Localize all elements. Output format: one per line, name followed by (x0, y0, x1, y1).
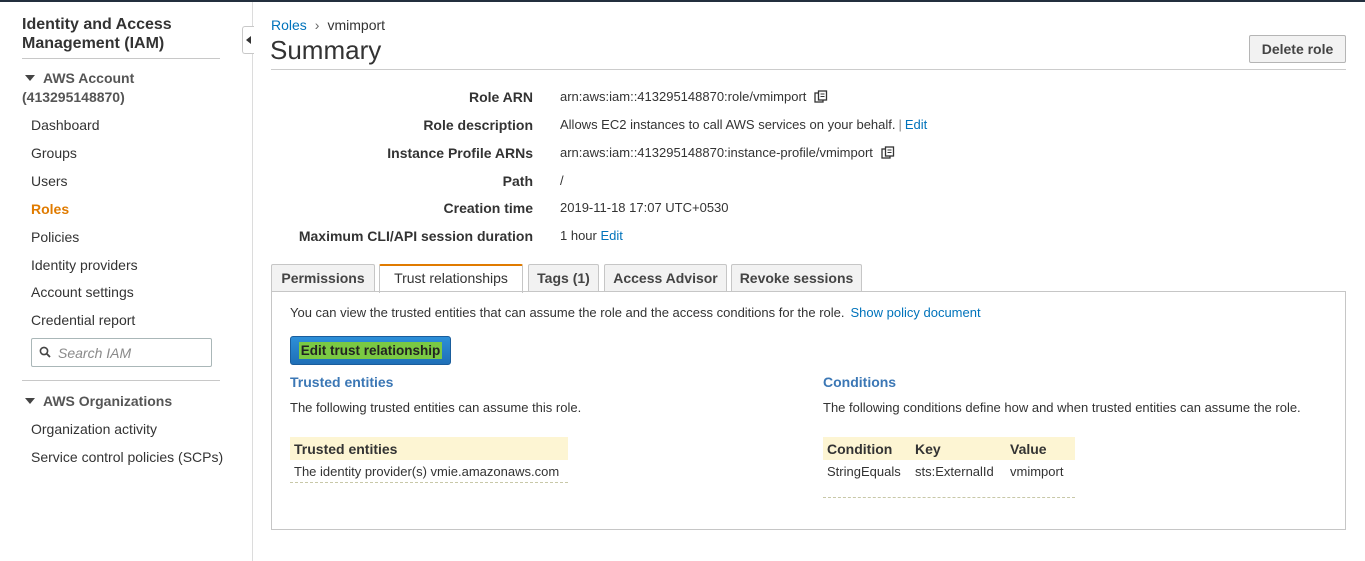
title-divider (271, 69, 1346, 70)
instance-profile-label: Instance Profile ARNs (387, 145, 533, 161)
sidebar-item-dashboard[interactable]: Dashboard (31, 117, 100, 133)
show-policy-document-link[interactable]: Show policy document (851, 305, 981, 320)
role-arn-value: arn:aws:iam::413295148870:role/vmimport (560, 89, 807, 104)
edit-session-duration-link[interactable]: Edit (601, 228, 623, 243)
column-header: Trusted entities (290, 437, 568, 460)
aws-account-group[interactable]: AWS Account (22, 69, 134, 88)
search-iam[interactable] (31, 338, 212, 367)
conditions-heading: Conditions (823, 374, 897, 390)
tab-permissions[interactable]: Permissions (271, 264, 375, 292)
caret-down-icon (25, 75, 35, 82)
sidebar-item-users[interactable]: Users (31, 173, 68, 189)
sidebar-item-policies[interactable]: Policies (31, 229, 79, 245)
sidebar-item-groups[interactable]: Groups (31, 145, 77, 161)
trust-intro-text: You can view the trusted entities that c… (290, 305, 845, 320)
aws-account-label: AWS Account (43, 70, 135, 86)
conditions-table: Condition Key Value StringEquals sts:Ext… (823, 437, 1075, 482)
summary-creation-time: Creation time 2019-11-18 17:07 UTC+0530 (271, 200, 1346, 220)
tab-tags[interactable]: Tags (1) (528, 264, 599, 292)
summary-role-arn: Role ARN arn:aws:iam::413295148870:role/… (271, 89, 1346, 109)
breadcrumb: Roles › vmimport (271, 17, 385, 33)
table-cell: StringEquals (827, 463, 901, 479)
edit-description-link[interactable]: Edit (905, 117, 927, 132)
table-row: The identity provider(s) vmie.amazonaws.… (290, 460, 568, 482)
table-cell: sts:ExternalId (915, 463, 994, 479)
sidebar-item-account-settings[interactable]: Account settings (31, 284, 134, 300)
tab-revoke-sessions[interactable]: Revoke sessions (731, 264, 862, 292)
max-session-label: Maximum CLI/API session duration (298, 228, 533, 244)
sidebar-title: Identity and Access Management (IAM) (22, 16, 172, 52)
table-divider (823, 497, 1075, 498)
sidebar-item-identity-providers[interactable]: Identity providers (31, 257, 138, 273)
sidebar-item-roles[interactable]: Roles (31, 201, 69, 217)
trusted-entities-heading: Trusted entities (290, 374, 394, 390)
sidebar-divider (22, 58, 220, 59)
search-icon (39, 346, 51, 358)
role-arn-label: Role ARN (468, 89, 533, 105)
table-cell: vmimport (1010, 463, 1064, 479)
path-value: / (560, 173, 564, 188)
collapse-sidebar-button[interactable] (242, 26, 254, 54)
aws-organizations-group[interactable]: AWS Organizations (22, 392, 172, 411)
edit-trust-relationship-label: Edit trust relationship (298, 342, 443, 359)
table-cell: The identity provider(s) vmie.amazonaws.… (294, 463, 560, 479)
trust-intro: You can view the trusted entities that c… (290, 305, 981, 320)
sidebar-item-scps[interactable]: Service control policies (SCPs) (31, 449, 223, 465)
max-session-value: 1 hour (560, 228, 597, 243)
table-divider (290, 482, 568, 483)
column-header: Value (1006, 437, 1075, 460)
role-description-label: Role description (423, 117, 533, 133)
sidebar-item-organization-activity[interactable]: Organization activity (31, 421, 157, 437)
tab-trust-relationships[interactable]: Trust relationships (379, 264, 523, 293)
copy-icon[interactable] (814, 89, 828, 104)
summary-instance-profile: Instance Profile ARNs arn:aws:iam::41329… (271, 145, 1346, 165)
creation-time-value: 2019-11-18 17:07 UTC+0530 (560, 200, 729, 215)
breadcrumb-separator: › (314, 17, 320, 33)
trusted-entities-table: Trusted entities The identity provider(s… (290, 437, 568, 482)
table-row: StringEquals sts:ExternalId vmimport (823, 460, 1075, 482)
summary-role-description: Role description Allows EC2 instances to… (271, 117, 1346, 137)
conditions-description: The following conditions define how and … (823, 400, 1301, 415)
summary-path: Path / (271, 173, 1346, 193)
page-title: Summary (270, 35, 382, 65)
path-label: Path (502, 173, 533, 189)
account-id: (413295148870) (22, 89, 125, 105)
sidebar-divider (22, 380, 220, 381)
instance-profile-value: arn:aws:iam::413295148870:instance-profi… (560, 145, 873, 160)
summary-max-session: Maximum CLI/API session duration 1 hour … (271, 228, 1346, 248)
aws-organizations-label: AWS Organizations (43, 393, 173, 409)
sidebar: Identity and Access Management (IAM) AWS… (0, 2, 253, 561)
column-header: Key (911, 437, 1006, 460)
creation-time-label: Creation time (443, 200, 533, 216)
role-description-value: Allows EC2 instances to call AWS service… (560, 117, 896, 132)
copy-icon[interactable] (881, 145, 895, 160)
description-separator: | (898, 117, 902, 132)
breadcrumb-roles-link[interactable]: Roles (271, 17, 307, 33)
search-input[interactable] (58, 343, 206, 363)
column-header: Condition (823, 437, 911, 460)
trusted-entities-description: The following trusted entities can assum… (290, 400, 582, 415)
caret-down-icon (25, 398, 35, 405)
sidebar-item-credential-report[interactable]: Credential report (31, 312, 135, 328)
table-header-row: Condition Key Value (823, 437, 1075, 460)
tab-access-advisor[interactable]: Access Advisor (604, 264, 727, 292)
edit-trust-relationship-button[interactable]: Edit trust relationship (290, 336, 451, 365)
table-header-row: Trusted entities (290, 437, 568, 460)
breadcrumb-current: vmimport (327, 17, 386, 33)
delete-role-button[interactable]: Delete role (1249, 35, 1346, 63)
chevron-left-icon (246, 36, 251, 44)
